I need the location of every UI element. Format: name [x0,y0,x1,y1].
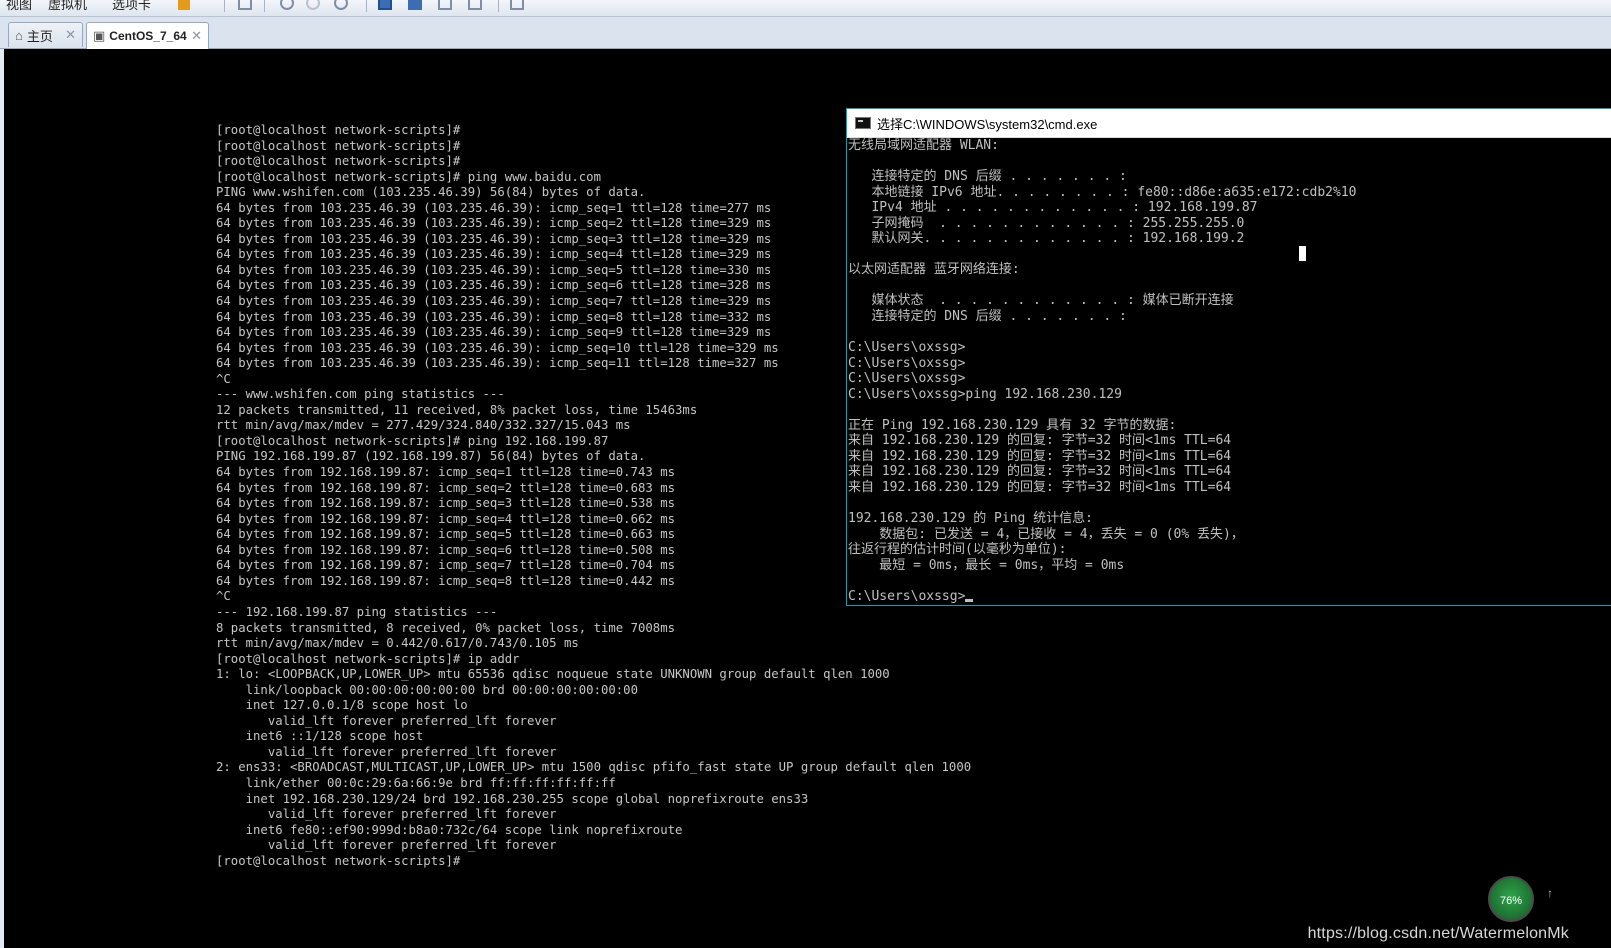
stretch-icon[interactable] [468,0,482,10]
cmd-prompt-text: C:\Users\oxssg> [848,588,966,604]
close-icon[interactable]: ✕ [191,28,202,44]
cmd-line: 媒体状态 . . . . . . . . . . . . : 媒体已断开连接 [848,293,1234,309]
cmd-output: 无线局域网适配器 WLAN: 连接特定的 DNS 后缀 . . . . . . … [848,138,1356,604]
library-icon[interactable] [510,0,524,10]
vmware-toolbar: 视图 虚拟机 选项卡 [0,0,1611,17]
menu-view[interactable]: 视图 [6,0,32,13]
terminal-line: --- 192.168.199.87 ping statistics --- [216,604,498,619]
toolbar-separator [498,0,499,12]
cmd-line: 来自 192.168.230.129 的回复: 字节=32 时间<1ms TTL… [848,464,1232,480]
cmd-line: 默认网关. . . . . . . . . . . . . : 192.168.… [848,231,1245,247]
cmd-line: 来自 192.168.230.129 的回复: 字节=32 时间<1ms TTL… [848,433,1232,449]
terminal-line: inet6 fe80::ef90:999d:b8a0:732c/64 scope… [216,822,683,837]
terminal-line: valid_lft forever preferred_lft forever [216,807,557,822]
terminal-line: [root@localhost network-scripts]# [216,853,461,868]
cmd-line: C:\Users\oxssg> [848,355,966,371]
watermark: https://blog.csdn.net/WatermelonMk [1307,925,1569,942]
toolbar-separator [366,0,367,12]
cmd-line [848,402,1356,418]
toolbar-separator [224,0,225,12]
vm-icon: ▣ [93,28,106,43]
home-icon: ⌂ [15,27,23,43]
tab-home[interactable]: ⌂ 主页 ✕ [8,22,83,47]
terminal-line: [root@localhost network-scripts]# ip add… [216,651,520,666]
snapshot-manager-icon[interactable] [334,0,348,10]
close-icon[interactable]: ✕ [65,27,76,43]
gauge-value: 76% [1499,895,1523,907]
cmd-line: 连接特定的 DNS 后缀 . . . . . . . : [848,309,1127,325]
cmd-app-icon [855,117,871,129]
menu-vm[interactable]: 虚拟机 [48,0,87,13]
cmd-line: 往返行程的估计时间(以毫秒为单位): [848,542,1067,558]
revert-snapshot-icon[interactable] [306,0,320,10]
terminal-line: rtt min/avg/max/mdev = 0.442/0.617/0.743… [216,636,579,651]
speed-gauge[interactable]: 76% [1488,876,1534,922]
tab-home-label: 主页 [26,28,53,44]
cmd-line: 连接特定的 DNS 后缀 . . . . . . . : [848,169,1127,185]
cmd-window[interactable]: 选择C:\WINDOWS\system32\cmd.exe 无线局域网适配器 W… [846,108,1611,606]
cmd-line: 数据包: 已发送 = 4，已接收 = 4，丢失 = 0 (0% 丢失)， [848,526,1244,542]
tab-centos[interactable]: ▣ CentOS_7_64 ✕ [86,22,209,49]
console-view-icon[interactable] [378,0,392,10]
terminal-line: link/loopback 00:00:00:00:00:00 brd 00:0… [216,682,638,697]
cmd-line: 本地链接 IPv6 地址. . . . . . . . : fe80::d86e… [848,184,1357,200]
terminal-line: inet6 ::1/128 scope host [216,729,424,744]
terminal-line: inet 127.0.0.1/8 scope host lo [216,698,468,713]
cmd-prompt[interactable]: C:\Users\oxssg> [848,589,1356,605]
cmd-line: 正在 Ping 192.168.230.129 具有 32 字节的数据: [848,417,1177,433]
terminal-line: 2: ens33: <BROADCAST,MULTICAST,UP,LOWER_… [216,760,972,775]
cmd-line [848,154,1356,170]
cmd-line [848,573,1356,589]
cmd-line [848,496,1356,512]
cmd-line: 无线局域网适配器 WLAN: [848,138,999,153]
cmd-line: 以太网适配器 蓝牙网络连接: [848,262,1020,278]
cmd-line: 来自 192.168.230.129 的回复: 字节=32 时间<1ms TTL… [848,448,1232,464]
pause-icon[interactable] [178,0,190,10]
cmd-title: 选择C:\WINDOWS\system32\cmd.exe [877,116,1098,132]
terminal-line: 8 packets transmitted, 8 received, 0% pa… [216,620,676,635]
terminal-line: 1: lo: <LOOPBACK,UP,LOWER_UP> mtu 65536 … [216,667,890,682]
cmd-line [848,247,1356,263]
menu-tabs[interactable]: 选项卡 [112,0,151,13]
cmd-line: C:\Users\oxssg>ping 192.168.230.129 [848,386,1122,402]
tab-bar: ⌂ 主页 ✕ ▣ CentOS_7_64 ✕ [0,17,1611,49]
cmd-line: 最短 = 0ms，最长 = 0ms，平均 = 0ms [848,557,1125,573]
cmd-line [848,325,1356,341]
arrow-up-icon[interactable]: ↑ [1540,886,1560,906]
tab-centos-label: CentOS_7_64 [109,29,187,43]
cmd-line: 子网掩码 . . . . . . . . . . . . : 255.255.2… [848,215,1245,231]
cmd-line: IPv4 地址 . . . . . . . . . . . . : 192.16… [848,200,1258,216]
terminal-line: inet 192.168.230.129/24 brd 192.168.230.… [216,791,809,806]
cmd-line: C:\Users\oxssg> [848,340,966,356]
cmd-titlebar[interactable]: 选择C:\WINDOWS\system32\cmd.exe [847,109,1611,138]
terminal-line: valid_lft forever preferred_lft forever [216,744,557,759]
terminal-line: valid_lft forever preferred_lft forever [216,713,557,728]
toolbar-separator [264,0,265,12]
snapshot-icon[interactable] [280,0,294,10]
unity-icon[interactable] [438,0,452,10]
fullscreen-icon[interactable] [408,0,422,10]
text-cursor-icon [1299,246,1306,261]
cmd-line [848,278,1356,294]
terminal-line: valid_lft forever preferred_lft forever [216,838,557,853]
terminal-line: link/ether 00:0c:29:6a:66:9e brd ff:ff:f… [216,775,616,790]
cmd-line: 192.168.230.129 的 Ping 统计信息: [848,511,1094,527]
send-keys-icon[interactable] [238,0,252,10]
cmd-line: C:\Users\oxssg> [848,371,966,387]
cmd-line: 来自 192.168.230.129 的回复: 字节=32 时间<1ms TTL… [848,480,1232,496]
caret-icon [965,598,974,602]
